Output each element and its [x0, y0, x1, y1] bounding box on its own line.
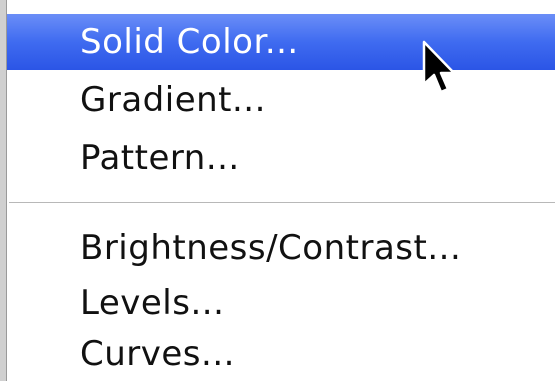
menu-item-label: Brightness/Contrast... — [80, 228, 462, 268]
menu-item-label: Levels... — [80, 283, 225, 323]
menu-item-levels[interactable]: Levels... — [7, 275, 555, 331]
menu-item-label: Solid Color... — [80, 22, 299, 62]
menu-item-pattern[interactable]: Pattern... — [7, 130, 555, 186]
menu-item-label: Pattern... — [80, 138, 240, 178]
menu-item-solid-color[interactable]: Solid Color... — [7, 14, 555, 70]
adjustment-layer-menu: Solid Color... Gradient... Pattern... Br… — [0, 0, 555, 381]
menu-item-brightness-contrast[interactable]: Brightness/Contrast... — [7, 220, 555, 276]
menu-left-edge — [0, 0, 7, 381]
menu-item-label: Curves... — [80, 334, 235, 374]
menu-item-gradient[interactable]: Gradient... — [7, 72, 555, 128]
menu-separator — [7, 197, 555, 209]
menu-item-curves[interactable]: Curves... — [7, 326, 555, 381]
separator-line — [9, 202, 555, 203]
menu-item-label: Gradient... — [80, 80, 266, 120]
arrow-pointer-icon — [422, 40, 456, 94]
